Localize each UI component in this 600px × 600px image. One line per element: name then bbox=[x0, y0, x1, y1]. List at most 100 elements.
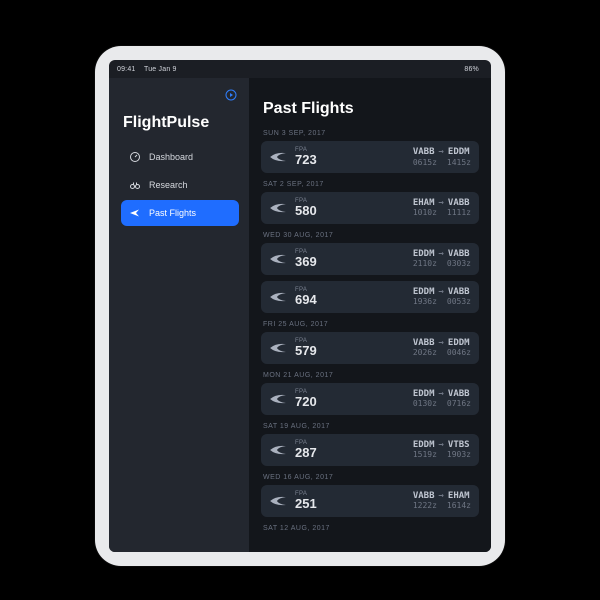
time-arrival: 1903z bbox=[447, 450, 471, 459]
wing-icon bbox=[269, 392, 287, 406]
wing-icon bbox=[269, 150, 287, 164]
time-arrival: 0053z bbox=[447, 297, 471, 306]
sidebar-nav: Dashboard Research Past Flights bbox=[121, 144, 239, 226]
app-root: FlightPulse Dashboard Research bbox=[109, 78, 491, 552]
time-arrival: 1415z bbox=[447, 158, 471, 167]
sidebar-item-past-flights[interactable]: Past Flights bbox=[121, 200, 239, 226]
wing-icon bbox=[269, 443, 287, 457]
flight-card[interactable]: FPA723VABB→EDDM0615z1415z bbox=[261, 141, 479, 173]
flight-date-group: SAT 12 AUG, 2017 bbox=[261, 525, 479, 536]
about-icon[interactable] bbox=[225, 88, 237, 106]
sidebar-item-dashboard[interactable]: Dashboard bbox=[121, 144, 239, 170]
flight-card[interactable]: FPA251VABB→EHAM1222z1614z bbox=[261, 485, 479, 517]
date-group-label: SAT 19 AUG, 2017 bbox=[261, 423, 479, 434]
route-to: EHAM bbox=[448, 491, 470, 501]
route-from: EDDM bbox=[413, 287, 435, 297]
arrow-right-icon: → bbox=[439, 338, 444, 348]
route-to: VABB bbox=[448, 287, 470, 297]
wing-icon bbox=[269, 494, 287, 508]
time-departure: 1222z bbox=[413, 501, 437, 510]
status-bar: 09:41 Tue Jan 9 86% bbox=[109, 60, 491, 78]
wing-icon bbox=[269, 201, 287, 215]
gauge-icon bbox=[129, 151, 141, 163]
time-departure: 2110z bbox=[413, 259, 437, 268]
flight-number: 694 bbox=[295, 293, 317, 307]
time-departure: 1936z bbox=[413, 297, 437, 306]
date-group-label: WED 30 AUG, 2017 bbox=[261, 232, 479, 243]
main-content: Past Flights SUN 3 SEP, 2017FPA723VABB→E… bbox=[249, 78, 491, 552]
route-from: EDDM bbox=[413, 389, 435, 399]
date-group-label: WED 16 AUG, 2017 bbox=[261, 474, 479, 485]
wing-icon bbox=[269, 290, 287, 304]
route-to: VTBS bbox=[448, 440, 470, 450]
route-to: VABB bbox=[448, 389, 470, 399]
arrow-right-icon: → bbox=[439, 491, 444, 501]
sidebar-item-label: Dashboard bbox=[149, 152, 193, 162]
route-from: EDDM bbox=[413, 440, 435, 450]
arrow-right-icon: → bbox=[439, 249, 444, 259]
page-title: Past Flights bbox=[261, 100, 479, 130]
date-group-label: SAT 2 SEP, 2017 bbox=[261, 181, 479, 192]
flight-card[interactable]: FPA580EHAM→VABB1010z1111z bbox=[261, 192, 479, 224]
app-brand: FlightPulse bbox=[121, 110, 239, 144]
route-to: EDDM bbox=[448, 147, 470, 157]
date-group-label: FRI 25 AUG, 2017 bbox=[261, 321, 479, 332]
battery-percent: 86% bbox=[464, 66, 479, 73]
flight-number: 287 bbox=[295, 446, 317, 460]
time-departure: 0615z bbox=[413, 158, 437, 167]
date-group-label: MON 21 AUG, 2017 bbox=[261, 372, 479, 383]
flight-number: 579 bbox=[295, 344, 317, 358]
time-departure: 0130z bbox=[413, 399, 437, 408]
time-arrival: 1111z bbox=[447, 208, 471, 217]
flight-card[interactable]: FPA579VABB→EDDM2026z0046z bbox=[261, 332, 479, 364]
status-date: Tue Jan 9 bbox=[144, 66, 177, 73]
sidebar-item-research[interactable]: Research bbox=[121, 172, 239, 198]
time-departure: 1010z bbox=[413, 208, 437, 217]
arrow-right-icon: → bbox=[439, 198, 444, 208]
time-arrival: 0046z bbox=[447, 348, 471, 357]
sidebar-item-label: Research bbox=[149, 180, 188, 190]
route-from: EHAM bbox=[413, 198, 435, 208]
screen: 09:41 Tue Jan 9 86% bbox=[109, 60, 491, 552]
date-group-label: SAT 12 AUG, 2017 bbox=[261, 525, 479, 536]
flight-date-group: SUN 3 SEP, 2017FPA723VABB→EDDM0615z1415z bbox=[261, 130, 479, 173]
time-departure: 2026z bbox=[413, 348, 437, 357]
flight-date-group: WED 30 AUG, 2017FPA369EDDM→VABB2110z0303… bbox=[261, 232, 479, 313]
route-from: EDDM bbox=[413, 249, 435, 259]
flight-number: 723 bbox=[295, 153, 317, 167]
route-to: VABB bbox=[448, 249, 470, 259]
flight-date-group: SAT 2 SEP, 2017FPA580EHAM→VABB1010z1111z bbox=[261, 181, 479, 224]
date-group-label: SUN 3 SEP, 2017 bbox=[261, 130, 479, 141]
route-from: VABB bbox=[413, 338, 435, 348]
flight-date-group: MON 21 AUG, 2017FPA720EDDM→VABB0130z0716… bbox=[261, 372, 479, 415]
flight-number: 580 bbox=[295, 204, 317, 218]
wing-icon bbox=[269, 341, 287, 355]
wing-icon bbox=[269, 252, 287, 266]
flight-card[interactable]: FPA694EDDM→VABB1936z0053z bbox=[261, 281, 479, 313]
time-departure: 1519z bbox=[413, 450, 437, 459]
flight-date-group: SAT 19 AUG, 2017FPA287EDDM→VTBS1519z1903… bbox=[261, 423, 479, 466]
status-time: 09:41 bbox=[117, 66, 136, 73]
flight-number: 251 bbox=[295, 497, 317, 511]
time-arrival: 1614z bbox=[447, 501, 471, 510]
flight-card[interactable]: FPA287EDDM→VTBS1519z1903z bbox=[261, 434, 479, 466]
tablet-device-frame: 09:41 Tue Jan 9 86% bbox=[95, 46, 505, 566]
flight-number: 720 bbox=[295, 395, 317, 409]
sidebar-item-label: Past Flights bbox=[149, 208, 196, 218]
flight-date-group: WED 16 AUG, 2017FPA251VABB→EHAM1222z1614… bbox=[261, 474, 479, 517]
route-from: VABB bbox=[413, 491, 435, 501]
time-arrival: 0303z bbox=[447, 259, 471, 268]
arrow-right-icon: → bbox=[439, 440, 444, 450]
flight-card[interactable]: FPA369EDDM→VABB2110z0303z bbox=[261, 243, 479, 275]
flight-date-group: FRI 25 AUG, 2017FPA579VABB→EDDM2026z0046… bbox=[261, 321, 479, 364]
arrow-right-icon: → bbox=[439, 389, 444, 399]
arrow-right-icon: → bbox=[439, 287, 444, 297]
arrow-right-icon: → bbox=[439, 147, 444, 157]
flight-number: 369 bbox=[295, 255, 317, 269]
time-arrival: 0716z bbox=[447, 399, 471, 408]
route-to: VABB bbox=[448, 198, 470, 208]
flight-card[interactable]: FPA720EDDM→VABB0130z0716z bbox=[261, 383, 479, 415]
plane-icon bbox=[129, 207, 141, 219]
sidebar: FlightPulse Dashboard Research bbox=[109, 78, 249, 552]
route-to: EDDM bbox=[448, 338, 470, 348]
